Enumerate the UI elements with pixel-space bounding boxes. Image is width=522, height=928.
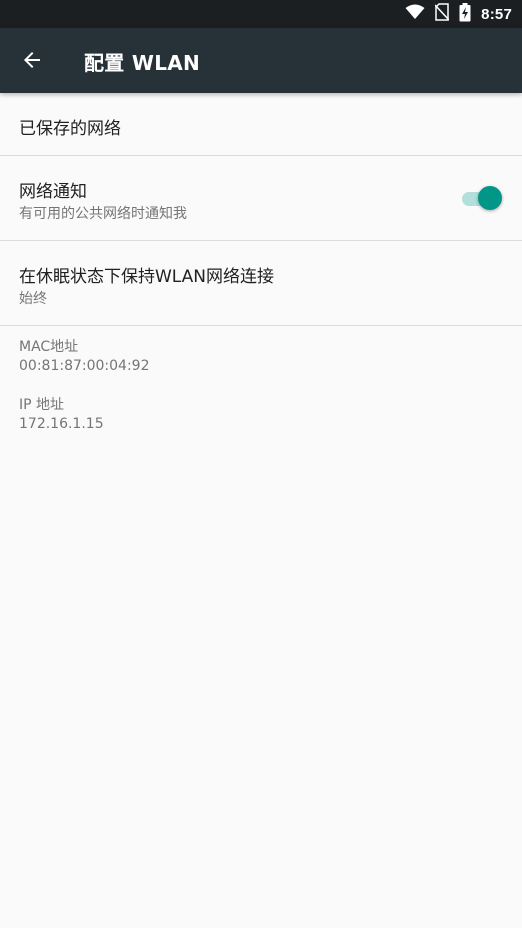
network-notification-title: 网络通知 — [19, 182, 87, 202]
saved-networks-title: 已保存的网络 — [19, 119, 121, 139]
mac-address-value: 00:81:87:00:04:92 — [19, 358, 150, 374]
battery-charging-icon — [459, 2, 471, 26]
mac-address-label: MAC地址 — [19, 339, 79, 355]
switch-thumb — [478, 186, 502, 210]
settings-list: 已保存的网络 网络通知 有可用的公共网络时通知我 在休眠状态下保持WLAN网络连… — [0, 93, 522, 442]
ip-address-label: IP 地址 — [19, 397, 65, 413]
saved-networks-item[interactable]: 已保存的网络 — [0, 93, 522, 156]
network-notification-summary: 有可用的公共网络时通知我 — [19, 206, 187, 222]
arrow-back-icon[interactable] — [20, 48, 44, 72]
status-time: 8:57 — [481, 5, 512, 23]
keep-wlan-on-sleep-summary: 始终 — [19, 291, 47, 307]
wifi-icon — [405, 4, 425, 24]
status-bar: 8:57 — [0, 0, 522, 28]
status-icons: 8:57 — [405, 0, 512, 28]
app-bar: 配置 WLAN — [0, 28, 522, 93]
network-notification-item[interactable]: 网络通知 有可用的公共网络时通知我 — [0, 156, 522, 241]
keep-wlan-on-sleep-title: 在休眠状态下保持WLAN网络连接 — [19, 267, 275, 287]
keep-wlan-on-sleep-item[interactable]: 在休眠状态下保持WLAN网络连接 始终 — [0, 241, 522, 326]
network-notification-switch[interactable] — [462, 186, 502, 210]
page-title: 配置 WLAN — [84, 51, 201, 75]
mac-address-block: MAC地址 00:81:87:00:04:92 — [0, 326, 522, 384]
ip-address-value: 172.16.1.15 — [19, 416, 104, 432]
no-sim-icon — [434, 3, 450, 25]
ip-address-block: IP 地址 172.16.1.15 — [0, 384, 522, 442]
